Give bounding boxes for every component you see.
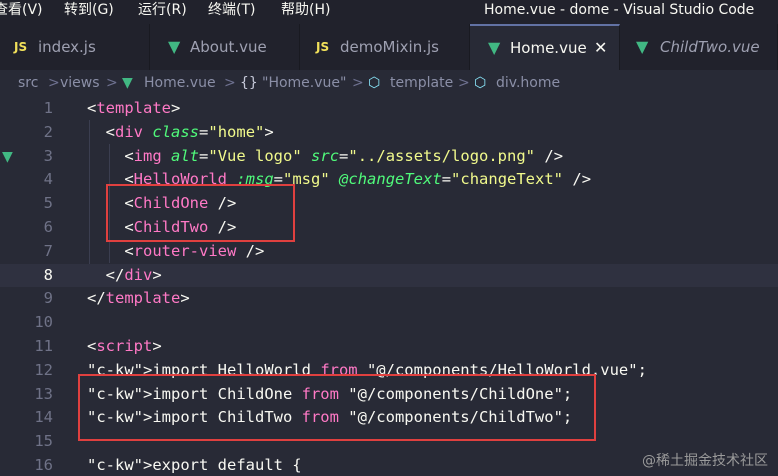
breadcrumb: src > views > ▼ Home.vue > {} "Home.vue"… — [0, 70, 778, 96]
highlight-box-components — [106, 184, 295, 242]
line-number: 6 — [43, 218, 53, 236]
line-number: 13 — [34, 384, 53, 403]
code-text: "c-kw">export default { — [87, 456, 302, 474]
editor-tab-bar: JS index.js ▼ About.vue JS demoMixin.js … — [0, 24, 778, 70]
line-number: 7 — [43, 241, 53, 260]
code-text: <script> — [87, 337, 162, 355]
line-number: 11 — [34, 337, 53, 355]
tab-label: ChildTwo.vue — [660, 38, 760, 56]
tab-childtwo-vue[interactable]: ▼ ChildTwo.vue — [620, 24, 778, 70]
vue-file-icon: ▼ — [488, 38, 501, 57]
code-line[interactable]: 1 <template> — [0, 97, 778, 121]
tab-about-vue[interactable]: ▼ About.vue — [150, 24, 300, 70]
code-line[interactable]: 7 <router-view /> — [0, 240, 778, 264]
line-number: 5 — [43, 194, 53, 213]
vue-file-icon: ▼ — [636, 37, 649, 56]
line-number: 2 — [43, 122, 53, 141]
vue-file-icon: ▼ — [122, 75, 133, 91]
js-file-icon: JS — [14, 40, 28, 54]
breadcrumb-separator: > — [458, 75, 470, 91]
line-number: 1 — [43, 99, 53, 117]
window-title: Home.vue - dome - Visual Studio Code — [484, 2, 755, 18]
cube-icon: ⬡ — [474, 75, 487, 91]
tab-label: About.vue — [190, 38, 267, 56]
breadcrumb-separator: > — [224, 75, 236, 91]
tab-label: Home.vue — [510, 39, 587, 57]
line-number: 16 — [34, 456, 53, 474]
code-line[interactable]: 10 — [0, 311, 778, 335]
breadcrumb-separator: > — [352, 75, 364, 91]
code-text: <img alt="Vue logo" src="../assets/logo.… — [124, 146, 564, 165]
title-bar: 查看(V) 转到(G) 运行(R) 终端(T) 帮助(H) Home.vue -… — [0, 0, 778, 24]
breadcrumb-separator: > — [106, 75, 118, 91]
code-line[interactable]: 8 </div> — [0, 263, 778, 288]
line-number: 12 — [34, 360, 53, 379]
line-number: 10 — [34, 313, 53, 332]
code-text: <router-view /> — [124, 241, 265, 260]
breadcrumb-div-home[interactable]: div.home — [496, 70, 560, 96]
line-number: 9 — [43, 289, 53, 308]
tab-index-js[interactable]: JS index.js — [0, 24, 150, 70]
code-line[interactable]: 11 <script> — [0, 335, 778, 359]
breadcrumb-template[interactable]: template — [390, 70, 453, 96]
close-icon[interactable]: ✕ — [594, 26, 607, 70]
tab-label: index.js — [38, 38, 96, 56]
watermark: @稀土掘金技术社区 — [642, 453, 768, 469]
menu-goto[interactable]: 转到(G) — [64, 0, 114, 20]
line-number: 4 — [43, 170, 53, 189]
line-number: 14 — [34, 408, 53, 427]
menu-terminal[interactable]: 终端(T) — [208, 0, 255, 20]
menu-run[interactable]: 运行(R) — [138, 0, 187, 20]
code-line[interactable]: 2 <div class="home"> — [0, 121, 778, 145]
breadcrumb-component[interactable]: "Home.vue" — [262, 70, 346, 96]
vue-file-icon: ▼ — [168, 37, 181, 56]
code-text: <div class="home"> — [105, 122, 274, 141]
breadcrumb-separator: > — [48, 75, 60, 91]
breadcrumb-views[interactable]: views — [60, 70, 100, 96]
vue-logo-gutter-icon: ▼ — [2, 145, 13, 167]
menu-help[interactable]: 帮助(H) — [281, 0, 330, 20]
code-line[interactable]: 3 ▼ <img alt="Vue logo" src="../assets/lo… — [0, 145, 778, 169]
tab-demomixin-js[interactable]: JS demoMixin.js — [300, 24, 470, 70]
breadcrumb-src[interactable]: src — [18, 70, 38, 96]
menu-view[interactable]: 查看(V) — [0, 0, 43, 20]
tab-label: demoMixin.js — [340, 38, 439, 56]
line-number: 8 — [43, 265, 53, 284]
tab-home-vue[interactable]: ▼ Home.vue ✕ — [470, 24, 620, 70]
code-text: </div> — [105, 265, 162, 284]
cube-icon: ⬡ — [368, 75, 381, 91]
js-file-icon: JS — [316, 40, 330, 54]
highlight-box-imports — [78, 374, 596, 441]
braces-icon: {} — [240, 75, 258, 91]
code-text: <template> — [87, 99, 181, 117]
code-text: </template> — [87, 289, 190, 308]
code-editor[interactable]: 1 <template> 2 <div class="home"> 3 ▼ <img a… — [0, 96, 778, 476]
breadcrumb-home-vue[interactable]: Home.vue — [144, 70, 216, 96]
code-line[interactable]: 9 </template> — [0, 287, 778, 311]
line-number: 15 — [34, 432, 53, 451]
